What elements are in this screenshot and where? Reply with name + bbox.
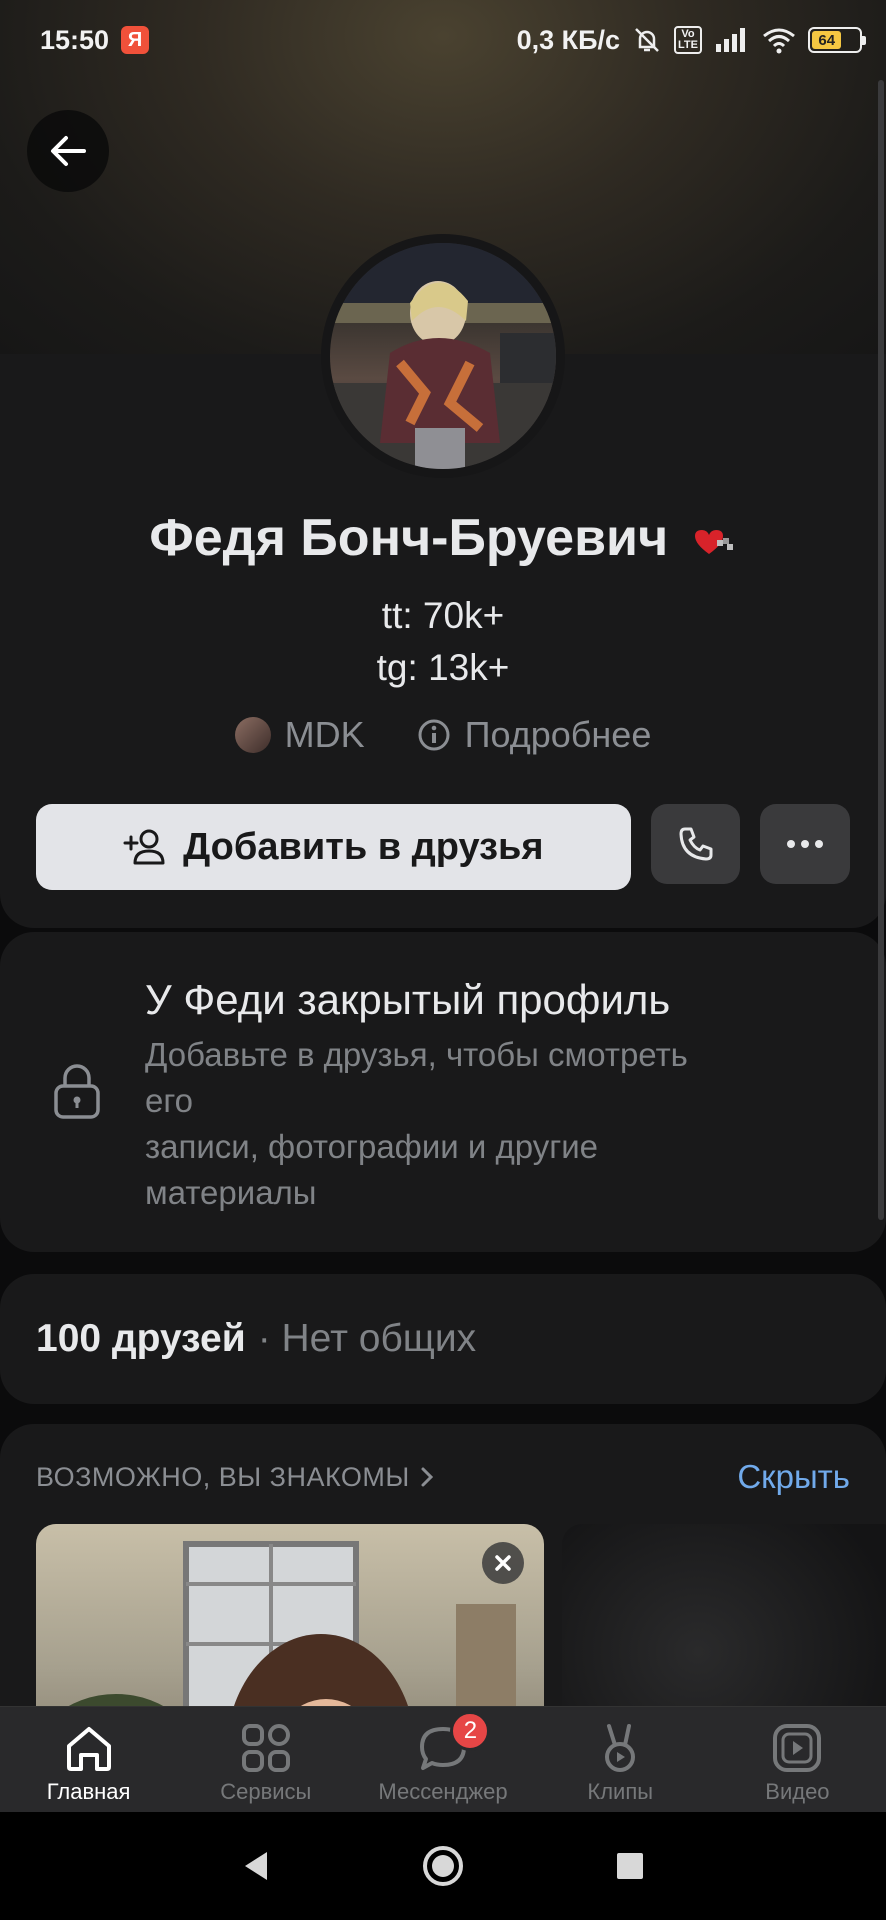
scrollbar[interactable] [878,80,884,1220]
nav-back-icon[interactable] [241,1849,271,1883]
tab-clips-label: Клипы [587,1779,654,1804]
more-dots-icon [787,840,824,848]
closed-desc-line-3: записи, фотографии и другие [145,1128,599,1165]
tab-home-label: Главная [46,1779,131,1804]
messenger-badge: 2 [450,1711,491,1751]
profile-screen: 15:50 Я 0,3 КБ/с Vo LTE 64 Федя Бонч-Бру… [0,0,886,1920]
add-friend-label: Добавить в друзья [183,825,544,868]
dismiss-suggestion-button[interactable] [482,1542,524,1584]
tab-clips[interactable]: Клипы [532,1707,709,1812]
lock-icon [54,1064,100,1119]
hide-suggestions-button[interactable]: Скрыть [737,1458,850,1496]
status-bar-right: 0,3 КБ/с Vo LTE 64 [516,24,866,56]
suggestions-title-link[interactable]: ВОЗМОЖНО, ВЫ ЗНАКОМЫ [36,1462,434,1493]
status-bar: 15:50 Я 0,3 КБ/с Vo LTE 64 [0,0,886,80]
tab-home[interactable]: Главная [0,1707,177,1812]
close-icon [495,1555,511,1571]
closed-profile-description: Добавьте в друзья, чтобы смотреть его за… [145,1032,825,1216]
profile-name-row: Федя Бонч-Бруевич [0,508,886,571]
phone-icon [679,827,713,861]
status-line-2: tg: 13k+ [376,647,510,688]
suggestions-header: ВОЗМОЖНО, ВЫ ЗНАКОМЫ Скрыть [36,1458,850,1496]
clips-icon [605,1724,636,1772]
clock: 15:50 [40,24,110,55]
system-navigation-bar [0,1812,886,1920]
details-link[interactable]: Подробнее [465,714,652,756]
battery-level: 64 [812,31,842,49]
closed-desc-line-1: Добавьте в друзья, чтобы смотреть [145,1036,688,1073]
tab-video[interactable]: Видео [709,1707,886,1812]
profile-actions: Добавить в друзья [36,804,850,890]
tab-video-label: Видео [765,1779,830,1804]
profile-avatar[interactable] [321,234,565,478]
status-bar-left: 15:50 Я [40,24,150,56]
tab-services-label: Сервисы [220,1779,312,1804]
wifi-icon [763,28,795,54]
network-speed: 0,3 КБ/с [516,24,621,55]
chevron-right-icon [421,1467,433,1487]
closed-profile-title: У Феди закрытый профиль [145,976,671,1023]
home-icon [66,1727,111,1771]
closed-desc-line-2: его [145,1082,194,1119]
mute-bell-icon [635,28,659,52]
closed-profile-card: У Феди закрытый профиль Добавьте в друзь… [0,932,886,1252]
work-place-link[interactable]: MDK [285,714,365,756]
profile-name: Федя Бонч-Бруевич [149,509,669,567]
yandex-notification-icon: Я [121,26,150,54]
suggestions-title: ВОЗМОЖНО, ВЫ ЗНАКОМЫ [36,1461,410,1492]
tab-messenger[interactable]: 2 Мессенджер [354,1707,531,1812]
video-icon [773,1724,822,1772]
friends-row[interactable]: 100 друзей · Нет общих [0,1274,886,1404]
profile-status: tt: 70k+ tg: 13k+ [0,590,886,694]
call-button[interactable] [650,804,741,884]
friends-count: 100 друзей [36,1317,246,1360]
battery-icon: 64 [808,27,866,53]
community-avatar [234,717,271,753]
add-user-icon [123,829,165,865]
arrow-left-icon [51,136,86,166]
services-icon [241,1724,290,1772]
info-icon [418,719,450,751]
status-line-1: tt: 70k+ [381,595,505,636]
tab-messenger-label: Мессенджер [378,1779,508,1804]
volte-icon: Vo LTE [674,26,702,54]
signal-icon [716,28,745,52]
avatar-photo [330,243,556,469]
back-button[interactable] [27,110,109,192]
nav-home-icon[interactable] [421,1844,465,1888]
more-button[interactable] [760,804,850,884]
bottom-tab-bar: Главная Сервисы 2 Мессенджер Клипы Видео [0,1706,886,1812]
tab-services[interactable]: Сервисы [177,1707,354,1812]
heart-emoji-icon [691,511,737,571]
profile-meta-row: MDK Подробнее [0,714,886,756]
add-friend-button[interactable]: Добавить в друзья [36,804,631,890]
closed-desc-line-4: материалы [145,1174,317,1211]
mutual-friends: · Нет общих [257,1317,477,1360]
nav-recents-icon[interactable] [615,1851,645,1881]
